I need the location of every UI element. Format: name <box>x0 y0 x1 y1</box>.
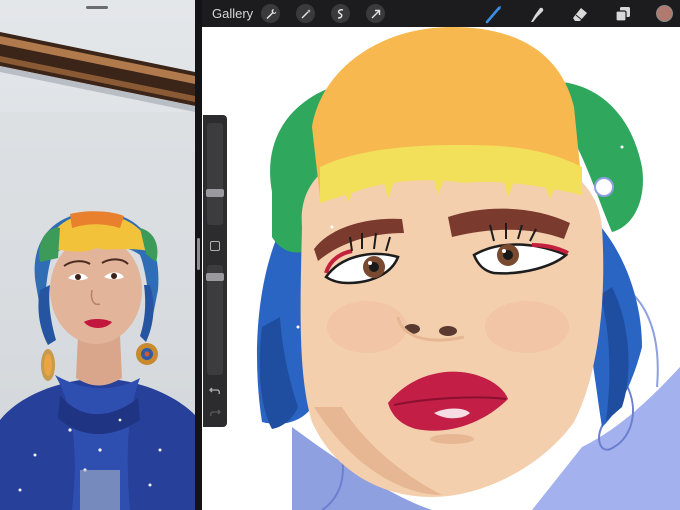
selection-button[interactable] <box>331 4 350 23</box>
brush-sidebar <box>203 115 227 427</box>
magic-wand-icon <box>301 8 311 18</box>
undo-icon <box>209 387 221 395</box>
transform-button[interactable] <box>366 4 385 23</box>
reference-photo <box>0 32 195 510</box>
wrench-icon <box>266 8 276 19</box>
selection-icon <box>337 8 343 19</box>
transform-arrow-icon <box>371 9 380 18</box>
gallery-button[interactable]: Gallery <box>212 6 253 21</box>
brush-opacity-slider[interactable] <box>206 265 224 375</box>
smudge-icon[interactable] <box>527 4 547 24</box>
adjustments-button[interactable] <box>296 4 315 23</box>
redo-icon <box>209 409 221 417</box>
eraser-icon[interactable] <box>570 4 590 24</box>
reference-pane <box>0 0 195 510</box>
brush-size-slider[interactable] <box>206 123 224 225</box>
brush-icon[interactable] <box>484 4 504 24</box>
painting-canvas[interactable] <box>202 27 680 510</box>
undo-button[interactable] <box>208 384 222 398</box>
split-view-handle[interactable] <box>197 238 200 270</box>
layers-icon[interactable] <box>613 4 633 24</box>
modify-button[interactable] <box>210 241 220 251</box>
portrait-painting <box>257 27 680 510</box>
actions-button[interactable] <box>261 4 280 23</box>
brush-size-thumb[interactable] <box>206 189 224 197</box>
pane-grabber-handle[interactable] <box>86 6 108 9</box>
brush-opacity-thumb[interactable] <box>206 273 224 281</box>
top-toolbar: Gallery <box>202 0 680 27</box>
redo-button[interactable] <box>208 406 222 420</box>
current-color-swatch[interactable] <box>656 5 673 22</box>
